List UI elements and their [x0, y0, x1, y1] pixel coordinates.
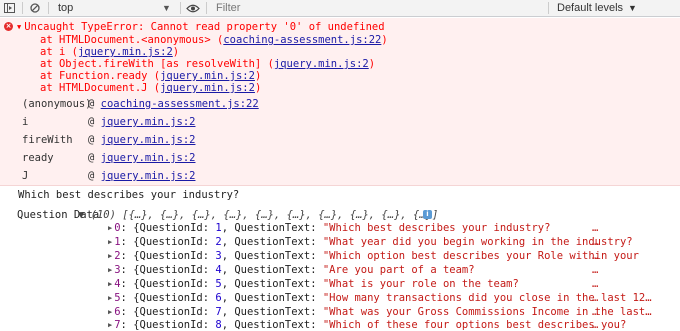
array-item[interactable]: ▶ 1: {QuestionId: 2, QuestionText: "What … — [108, 236, 633, 248]
chevron-down-icon: ▼ — [628, 3, 637, 13]
array-item[interactable]: ▶ 0: {QuestionId: 1, QuestionText: "Which… — [108, 222, 598, 234]
source-link[interactable]: jquery.min.js:2 — [101, 170, 196, 182]
eye-icon[interactable] — [184, 0, 202, 16]
frame-location: @ jquery.min.js:2 — [88, 170, 196, 182]
expand-triangle-icon: ▼ — [17, 23, 22, 31]
console-log-line: Which best describes your industry? — [18, 189, 240, 201]
array-summary[interactable]: ▼ (10) [{…}, {…}, {…}, {…}, {…}, {…}, {…… — [78, 209, 438, 221]
array-item[interactable]: ▶ 3: {QuestionId: 4, QuestionText: "Are y… — [108, 264, 598, 276]
context-selector[interactable]: top ▼ — [58, 0, 188, 16]
error-text[interactable]: ▼ Uncaught TypeError: Cannot read propert… — [17, 21, 385, 33]
error-icon: × — [4, 22, 13, 31]
log-levels-label: Default levels — [557, 2, 624, 14]
source-link[interactable]: jquery.min.js:2 — [160, 70, 255, 82]
array-item[interactable]: ▶ 7: {QuestionId: 8, QuestionText: "Which… — [108, 319, 626, 331]
log-levels-dropdown[interactable]: Default levels ▼ — [557, 0, 637, 16]
stack-line: at HTMLDocument.<anonymous> (coaching-as… — [40, 34, 388, 46]
array-item[interactable]: ▶ 5: {QuestionId: 6, QuestionText: "How m… — [108, 292, 652, 304]
stack-line: at i (jquery.min.js:2) — [40, 46, 180, 58]
context-label: top — [58, 2, 74, 14]
source-link[interactable]: jquery.min.js:2 — [274, 58, 369, 70]
clear-console-icon[interactable] — [30, 0, 42, 16]
source-link[interactable]: jquery.min.js:2 — [101, 152, 196, 164]
console-toolbar: top ▼ Filter Default levels ▼ — [0, 0, 680, 17]
source-link[interactable]: jquery.min.js:2 — [78, 46, 173, 58]
expand-triangle-icon: ▶ — [108, 252, 113, 260]
source-link[interactable]: jquery.min.js:2 — [101, 134, 196, 146]
stack-line: at HTMLDocument.J (jquery.min.js:2) — [40, 82, 262, 94]
filter-input[interactable]: Filter — [216, 0, 240, 16]
info-icon[interactable]: i — [423, 210, 432, 219]
expand-triangle-icon: ▶ — [108, 280, 113, 288]
stack-line: at Function.ready (jquery.min.js:2) — [40, 70, 262, 82]
stack-line: at Object.fireWith [as resolveWith] (jqu… — [40, 58, 376, 70]
frame-location: @ jquery.min.js:2 — [88, 152, 196, 164]
frame-location: @ jquery.min.js:2 — [88, 116, 196, 128]
source-link[interactable]: coaching-assessment.js:22 — [101, 98, 259, 110]
source-link[interactable]: jquery.min.js:2 — [101, 116, 196, 128]
array-item[interactable]: ▶ 4: {QuestionId: 5, QuestionText: "What … — [108, 278, 598, 290]
array-item[interactable]: ▶ 2: {QuestionId: 3, QuestionText: "Which… — [108, 250, 639, 262]
frame-function: i — [22, 116, 29, 128]
frame-function: fireWith — [22, 134, 73, 146]
expand-triangle-icon: ▶ — [108, 321, 113, 329]
frame-function: J — [22, 170, 29, 182]
frame-function: (anonymous) — [22, 98, 92, 110]
expand-triangle-icon: ▶ — [108, 224, 113, 232]
array-item[interactable]: ▶ 6: {QuestionId: 7, QuestionText: "What … — [108, 306, 652, 318]
source-link[interactable]: jquery.min.js:2 — [160, 82, 255, 94]
expand-triangle-icon: ▶ — [108, 266, 113, 274]
source-link[interactable]: coaching-assessment.js:22 — [223, 34, 381, 46]
chevron-down-icon: ▼ — [162, 3, 171, 13]
frame-function: ready — [22, 152, 54, 164]
expand-triangle-icon: ▶ — [108, 238, 113, 246]
expand-triangle-icon: ▶ — [108, 308, 113, 316]
frame-location: @ jquery.min.js:2 — [88, 134, 196, 146]
frame-location: @ coaching-assessment.js:22 — [88, 98, 259, 110]
error-message: × ▼ Uncaught TypeError: Cannot read prope… — [0, 18, 680, 186]
expand-triangle-icon: ▶ — [108, 294, 113, 302]
sidebar-toggle-icon[interactable] — [4, 0, 16, 16]
